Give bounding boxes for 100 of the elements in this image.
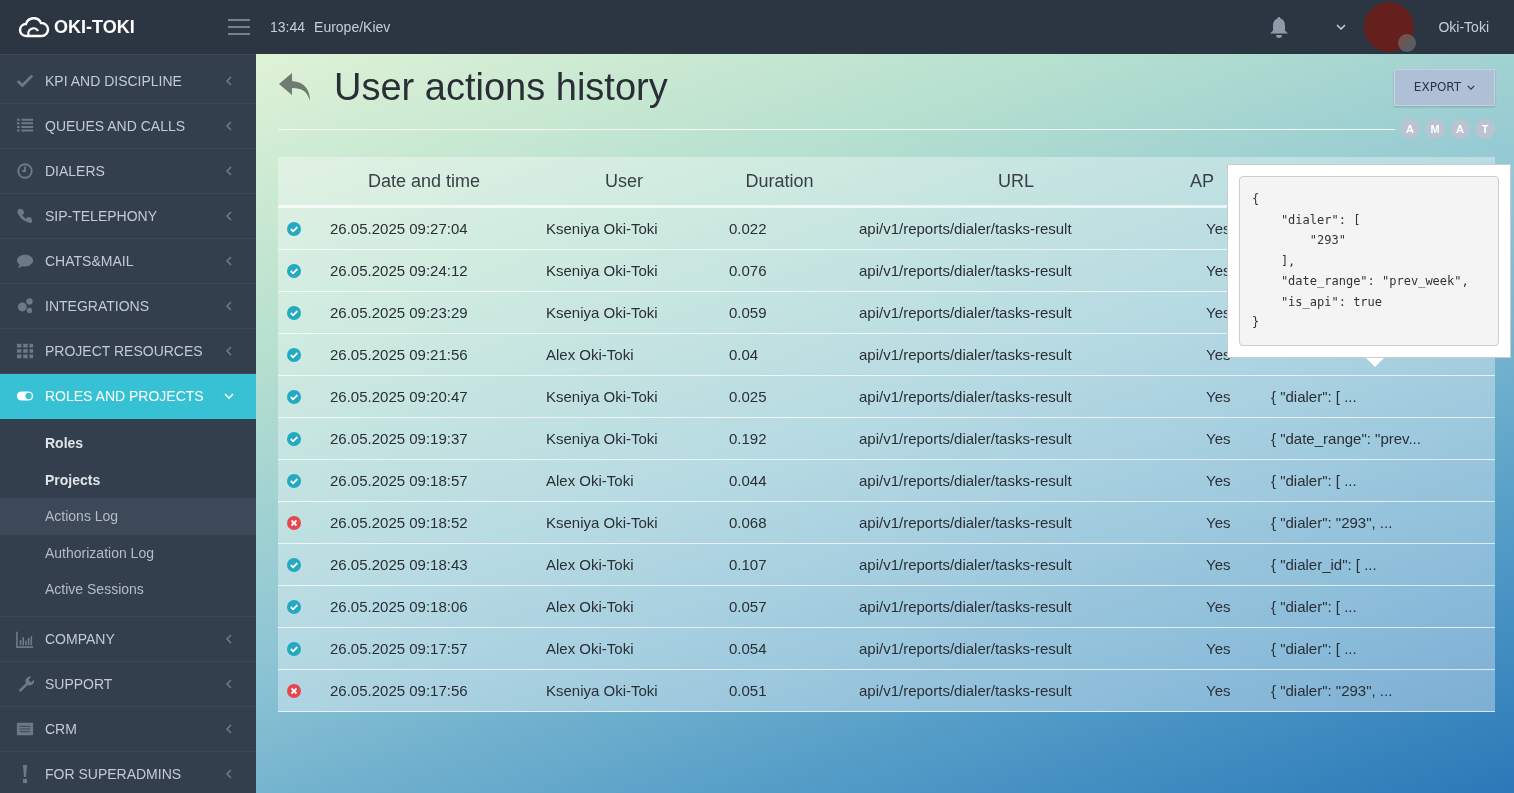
table-cell: 0.059 xyxy=(717,291,842,334)
table-cell: Yes xyxy=(1190,585,1257,628)
page-title: User actions history xyxy=(334,65,668,109)
table-cell: api/v1/reports/dialer/tasks-result xyxy=(842,375,1190,418)
table-cell: 0.076 xyxy=(717,249,842,292)
caret-icon[interactable] xyxy=(1336,24,1347,30)
table-cell: api/v1/reports/dialer/tasks-result xyxy=(842,249,1190,292)
params-preview-link[interactable]: { "dialer": [ ... xyxy=(1257,627,1495,670)
table-cell: Yes xyxy=(1190,417,1257,460)
table-cell: Alex Oki-Toki xyxy=(531,459,717,502)
table-cell: Alex Oki-Toki xyxy=(531,627,717,670)
exclamation-icon xyxy=(23,764,27,783)
submenu-item[interactable]: Roles xyxy=(0,425,256,462)
chevron-left-icon xyxy=(224,346,234,356)
table-cell: 26.05.2025 09:21:56 xyxy=(317,333,531,376)
params-preview-link[interactable]: { "dialer": [ ... xyxy=(1257,459,1495,502)
params-preview-link[interactable]: { "dialer": [ ... xyxy=(1257,585,1495,628)
column-header: User xyxy=(531,157,717,207)
grid-icon xyxy=(16,342,34,360)
chevron-down-icon xyxy=(224,391,234,401)
table-cell: api/v1/reports/dialer/tasks-result xyxy=(842,669,1190,712)
chevron-left-icon xyxy=(224,256,234,266)
bar-chart-icon xyxy=(16,629,34,648)
table-cell: 26.05.2025 09:23:29 xyxy=(317,291,531,334)
table-cell: Kseniya Oki-Toki xyxy=(531,375,717,418)
table-cell: 0.04 xyxy=(717,333,842,376)
table-cell: api/v1/reports/dialer/tasks-result xyxy=(842,417,1190,460)
column-header: Date and time xyxy=(317,157,531,207)
params-preview-link[interactable]: { "dialer_id": [ ... xyxy=(1257,543,1495,586)
chevron-left-icon xyxy=(224,121,234,131)
table-cell: 0.192 xyxy=(717,417,842,460)
wrench-icon xyxy=(16,674,34,693)
table-cell: 0.057 xyxy=(717,585,842,628)
table-cell: api/v1/reports/dialer/tasks-result xyxy=(842,627,1190,670)
params-preview-link[interactable]: { "dialer": "293", ... xyxy=(1257,501,1495,544)
export-button[interactable]: EXPORT xyxy=(1394,68,1495,106)
chevron-left-icon xyxy=(224,768,234,779)
table-cell: 0.044 xyxy=(717,459,842,502)
table-cell: Kseniya Oki-Toki xyxy=(531,249,717,292)
chevron-left-icon xyxy=(224,678,234,689)
cloud-logo-icon xyxy=(18,16,50,38)
submenu-item[interactable]: Authorization Log xyxy=(0,534,256,571)
table-cell: 26.05.2025 09:18:52 xyxy=(317,501,531,544)
phone-icon xyxy=(16,207,34,225)
params-preview-link[interactable]: { "dialer": "293", ... xyxy=(1257,669,1495,712)
table-cell: api/v1/reports/dialer/tasks-result xyxy=(842,501,1190,544)
params-preview-link[interactable]: { "dialer": [ ... xyxy=(1257,375,1495,418)
table-cell: Alex Oki-Toki xyxy=(531,543,717,586)
table-cell: Yes xyxy=(1190,669,1257,712)
table-cell: 0.025 xyxy=(717,375,842,418)
table-cell: Yes xyxy=(1190,543,1257,586)
table-cell: api/v1/reports/dialer/tasks-result xyxy=(842,333,1190,376)
table-cell: Yes xyxy=(1190,459,1257,502)
sidebar-item[interactable]: CHATS&MAIL xyxy=(0,239,256,284)
column-header: Duration xyxy=(717,157,842,207)
table-cell: 26.05.2025 09:17:56 xyxy=(317,669,531,712)
bell-icon[interactable] xyxy=(1269,16,1290,38)
chevron-left-icon xyxy=(224,76,234,86)
table-cell: api/v1/reports/dialer/tasks-result xyxy=(842,291,1190,334)
chevron-left-icon xyxy=(224,301,234,311)
table-cell: 0.051 xyxy=(717,669,842,712)
clock-time: 13:44 xyxy=(270,19,306,35)
table-cell: 26.05.2025 09:17:57 xyxy=(317,627,531,670)
table-cell: 26.05.2025 09:19:37 xyxy=(317,417,531,460)
table-cell: Alex Oki-Toki xyxy=(531,585,717,628)
brand-name: OKI-TOKI xyxy=(54,16,135,38)
table-cell: 0.107 xyxy=(717,543,842,586)
table-cell: api/v1/reports/dialer/tasks-result xyxy=(842,459,1190,502)
submenu-item[interactable]: Active Sessions xyxy=(0,571,256,608)
table-cell: Yes xyxy=(1190,627,1257,670)
column-header: URL xyxy=(842,157,1190,207)
chevron-left-icon xyxy=(224,211,234,221)
table-cell: 26.05.2025 09:27:04 xyxy=(317,206,531,250)
table-cell: 26.05.2025 09:24:12 xyxy=(317,249,531,292)
chevron-left-icon xyxy=(224,723,234,734)
check-icon xyxy=(16,72,34,90)
code-block: { "dialer": [ "293" ], "date_range": "prev_week", "is_api": true } xyxy=(1239,176,1499,346)
table-cell: Kseniya Oki-Toki xyxy=(531,501,717,544)
table-cell: Kseniya Oki-Toki xyxy=(531,669,717,712)
speech-bubble-icon xyxy=(16,252,34,270)
menu-icon[interactable] xyxy=(228,19,250,35)
table-cell: api/v1/reports/dialer/tasks-result xyxy=(842,206,1190,250)
submenu-item[interactable]: Actions Log xyxy=(0,498,256,535)
caret-icon xyxy=(1467,84,1476,90)
table-cell: api/v1/reports/dialer/tasks-result xyxy=(842,543,1190,586)
table-cell: Yes xyxy=(1190,501,1257,544)
user-name[interactable]: Oki-Toki xyxy=(1438,19,1489,35)
table-cell: api/v1/reports/dialer/tasks-result xyxy=(842,585,1190,628)
table-cell: Kseniya Oki-Toki xyxy=(531,417,717,460)
chevron-left-icon xyxy=(224,633,234,644)
clock-icon xyxy=(16,162,34,180)
table-cell: Yes xyxy=(1190,375,1257,418)
sidebar-item[interactable]: CRM xyxy=(0,706,256,752)
submenu-item[interactable]: Projects xyxy=(0,461,256,498)
table-cell: 26.05.2025 09:18:43 xyxy=(317,543,531,586)
timezone-label: Europe/Kiev xyxy=(314,19,391,35)
avatar[interactable] xyxy=(1364,2,1415,52)
table-cell: 26.05.2025 09:20:47 xyxy=(317,375,531,418)
params-preview-link[interactable]: { "date_range": "prev... xyxy=(1257,417,1495,460)
table-cell: 0.068 xyxy=(717,501,842,544)
